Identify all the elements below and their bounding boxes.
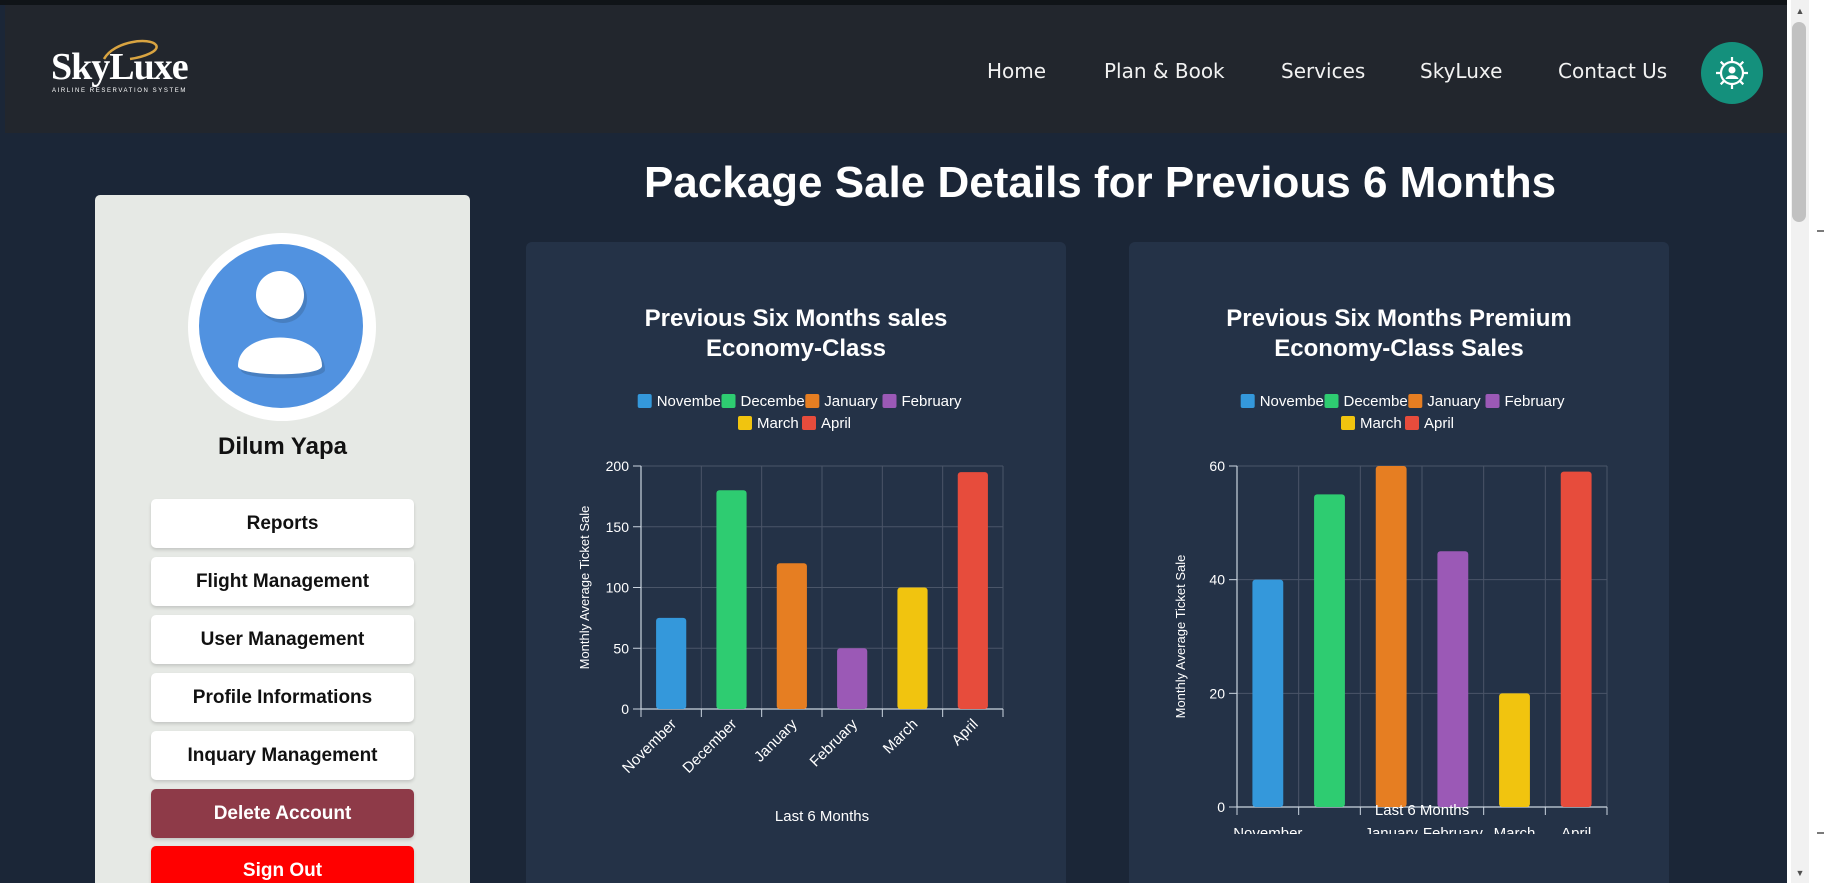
y-tick-label: 150 xyxy=(606,519,630,535)
x-axis-title: Last 6 Months xyxy=(775,808,869,825)
legend-swatch xyxy=(802,416,816,430)
economy-sales-card: Previous Six Months sales Economy-Class … xyxy=(526,242,1066,883)
legend-label: March xyxy=(1360,415,1402,432)
settings-button[interactable] xyxy=(1701,42,1763,104)
y-tick-label: 200 xyxy=(606,458,630,474)
scroll-down-arrow-icon[interactable]: ▼ xyxy=(1793,866,1807,880)
legend-label: April xyxy=(821,415,851,432)
legend-label: February xyxy=(1505,394,1566,410)
nav-plan-book[interactable]: Plan & Book xyxy=(1104,59,1225,83)
y-tick-label: 0 xyxy=(1217,799,1225,815)
legend-swatch xyxy=(1408,394,1423,408)
legend-swatch xyxy=(721,394,736,408)
user-gear-icon xyxy=(1716,57,1748,89)
legend-label: March xyxy=(757,415,799,432)
legend-label: January xyxy=(1427,394,1481,410)
y-tick-label: 50 xyxy=(613,640,629,656)
legend-label: December xyxy=(1344,394,1413,410)
legend-swatch xyxy=(1405,416,1419,430)
profile-sidebar: Dilum Yapa Reports Flight Management Use… xyxy=(95,195,470,883)
legend-swatch xyxy=(805,394,820,408)
x-tick-label: February xyxy=(1423,825,1484,834)
x-tick-label: April xyxy=(948,716,981,749)
legend-swatch xyxy=(1324,394,1339,408)
x-tick-label: January xyxy=(1364,825,1418,834)
bar xyxy=(837,648,868,709)
page-title: Package Sale Details for Previous 6 Mont… xyxy=(643,158,1557,207)
legend-swatch xyxy=(637,394,652,408)
user-name: Dilum Yapa xyxy=(218,433,347,460)
user-avatar-icon xyxy=(199,244,363,408)
chart-title: Previous Six Months sales Economy-Class xyxy=(526,304,1066,364)
y-tick-label: 40 xyxy=(1209,572,1225,588)
bar xyxy=(957,472,988,709)
x-axis-title: Last 6 Months xyxy=(1375,802,1469,819)
reports-button[interactable]: Reports xyxy=(151,499,414,548)
x-tick-label: February xyxy=(807,715,862,770)
delete-account-button[interactable]: Delete Account xyxy=(151,789,414,838)
y-tick-label: 100 xyxy=(606,580,630,596)
navbar: SkyLuxe AIRLINE RESERVATION SYSTEM Home … xyxy=(5,5,1787,133)
brand-logo[interactable]: SkyLuxe AIRLINE RESERVATION SYSTEM xyxy=(45,33,205,103)
avatar xyxy=(188,233,376,421)
flight-management-button[interactable]: Flight Management xyxy=(151,557,414,606)
edge-marker xyxy=(1817,230,1824,232)
bar xyxy=(716,490,747,709)
y-tick-label: 60 xyxy=(1209,458,1225,474)
user-management-button[interactable]: User Management xyxy=(151,615,414,664)
legend-label: December xyxy=(741,394,810,410)
nav-skyluxe[interactable]: SkyLuxe xyxy=(1420,59,1502,83)
chart-title-line: Previous Six Months Premium xyxy=(1226,305,1572,332)
y-tick-label: 20 xyxy=(1209,685,1225,701)
bar xyxy=(1560,471,1592,807)
x-tick-label: March xyxy=(880,716,921,757)
legend-swatch xyxy=(1485,394,1500,408)
nav-contact-us[interactable]: Contact Us xyxy=(1558,59,1667,83)
x-tick-label: January xyxy=(751,715,801,765)
bar xyxy=(1314,494,1345,807)
bar xyxy=(656,617,687,709)
x-tick-label: November xyxy=(619,716,680,777)
bar xyxy=(1499,693,1530,807)
chart-title: Previous Six Months Premium Economy-Clas… xyxy=(1129,304,1669,364)
bar xyxy=(1375,466,1407,807)
scroll-up-arrow-icon[interactable]: ▲ xyxy=(1793,4,1807,18)
economy-sales-chart: November December January FebruaryMarch Apri… xyxy=(577,394,1004,825)
bar xyxy=(897,587,928,709)
y-axis-title: Monthly Average Ticket Sale xyxy=(1173,555,1188,719)
y-axis-title: Monthly Average Ticket Sale xyxy=(577,506,592,670)
y-tick-label: 0 xyxy=(621,701,629,717)
legend-swatch xyxy=(738,416,752,430)
legend-swatch xyxy=(1240,394,1255,408)
bar xyxy=(776,563,807,709)
legend-label: November xyxy=(1260,394,1329,410)
premium-economy-sales-chart: November December January February March Apri… xyxy=(1173,394,1608,834)
chart-title-line: Economy-Class xyxy=(705,335,887,362)
legend-label: November xyxy=(657,394,726,410)
legend-label: January xyxy=(824,394,878,410)
legend-swatch xyxy=(882,394,897,408)
legend-label: February xyxy=(902,394,963,410)
chart-title-line: Previous Six Months sales xyxy=(644,305,948,332)
x-tick-label: December xyxy=(679,716,740,777)
legend-swatch xyxy=(1341,416,1355,430)
bar xyxy=(1252,579,1284,807)
x-tick-label: March xyxy=(1494,825,1536,834)
profile-informations-button[interactable]: Profile Informations xyxy=(151,673,414,722)
nav-home[interactable]: Home xyxy=(987,59,1046,83)
sign-out-button[interactable]: Sign Out xyxy=(151,846,414,883)
brand-tagline: AIRLINE RESERVATION SYSTEM xyxy=(52,88,187,94)
premium-economy-sales-card: Previous Six Months Premium Economy-Clas… xyxy=(1129,242,1669,883)
legend-label: April xyxy=(1424,415,1454,432)
edge-marker xyxy=(1817,832,1824,834)
x-tick-label: November xyxy=(1233,825,1302,834)
chart-title-line: Economy-Class Sales xyxy=(1274,335,1524,362)
scrollbar-thumb[interactable] xyxy=(1792,22,1806,222)
x-tick-label: April xyxy=(1561,825,1591,834)
bar xyxy=(1437,551,1469,807)
brand-name: SkyLuxe xyxy=(51,46,189,88)
nav-services[interactable]: Services xyxy=(1281,59,1365,83)
inquary-management-button[interactable]: Inquary Management xyxy=(151,731,414,780)
